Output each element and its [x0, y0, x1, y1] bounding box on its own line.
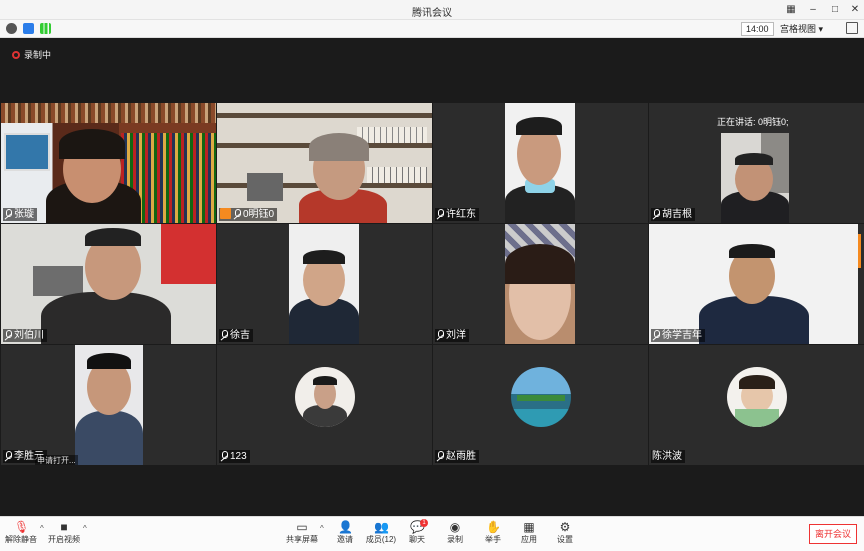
start-video-button[interactable]: ■ 开启视频 — [47, 521, 81, 550]
share-options-caret[interactable]: ^ — [320, 524, 324, 533]
participant-name: 许红东 — [435, 208, 479, 221]
unmute-button[interactable]: 🎙 解除静音 — [4, 521, 38, 550]
mic-muted-icon — [4, 330, 12, 339]
participant-tile[interactable]: 张璇 — [1, 103, 216, 223]
participant-name: 0明钰0 — [219, 208, 278, 221]
camera-icon: ■ — [60, 520, 68, 534]
participant-name: 徐学吉年 — [651, 329, 705, 342]
members-icon: 👥 — [374, 520, 389, 534]
video-feed — [1, 224, 216, 344]
maximize-button[interactable]: □ — [827, 2, 843, 18]
participant-tile[interactable]: 许红东 — [433, 103, 648, 223]
participant-tile[interactable]: 陈洪波 — [649, 345, 864, 465]
participant-tile[interactable]: 刘洋 — [433, 224, 648, 344]
video-feed — [217, 103, 432, 223]
recording-indicator: 录制中 — [12, 48, 51, 61]
participant-avatar — [295, 367, 355, 427]
mic-muted-icon — [220, 451, 228, 460]
video-feed — [649, 224, 858, 344]
participant-tile[interactable]: 123 — [217, 345, 432, 465]
mic-muted-icon — [220, 330, 228, 339]
gear-icon: ⚙ — [559, 520, 571, 534]
participant-name: 赵雨胜 — [435, 450, 479, 463]
chat-button[interactable]: 💬 聊天 1 — [400, 519, 434, 550]
share-screen-button[interactable]: ▭ 共享屏幕 — [285, 521, 319, 550]
info-icon[interactable] — [6, 23, 17, 34]
apps-button[interactable]: ▦ 应用 — [512, 521, 546, 550]
participant-name: 陈洪波 — [651, 450, 685, 463]
shield-icon[interactable] — [23, 23, 34, 34]
settings-button[interactable]: ⚙ 设置 — [548, 521, 582, 550]
mic-muted-icon — [652, 330, 660, 339]
participant-name: 123 — [219, 450, 250, 463]
participant-avatar — [511, 367, 571, 427]
audio-options-caret[interactable]: ^ — [40, 524, 44, 533]
notice-text: 申请打开... — [35, 455, 78, 465]
mic-icon — [233, 209, 241, 218]
signal-icon[interactable] — [40, 23, 51, 34]
mic-muted-icon — [4, 209, 12, 218]
participant-name: 徐吉 — [219, 329, 253, 342]
title-bar: 腾讯会议 ▦ – □ ✕ — [0, 0, 864, 20]
mic-muted-icon — [436, 451, 444, 460]
participant-tile[interactable]: 徐学吉年 — [649, 224, 864, 344]
mic-muted-icon — [436, 330, 444, 339]
raise-hand-button[interactable]: ✋ 举手 — [476, 521, 510, 550]
mic-muted-icon — [436, 209, 444, 218]
mic-muted-icon — [652, 209, 660, 218]
view-mode-select[interactable]: 宫格视图 ▾ — [780, 22, 823, 36]
video-feed — [505, 103, 575, 223]
status-bar: 14:00 宫格视图 ▾ — [0, 20, 864, 38]
participant-tile[interactable]: 李胜元 申请打开... — [1, 345, 216, 465]
record-button[interactable]: ◉ 录制 — [438, 521, 472, 550]
close-button[interactable]: ✕ — [847, 2, 863, 18]
participant-name: 张璇 — [3, 208, 37, 221]
video-options-caret[interactable]: ^ — [83, 524, 87, 533]
participant-name: 胡吉根 — [651, 208, 695, 221]
video-feed — [289, 224, 359, 344]
chat-badge: 1 — [420, 519, 428, 527]
hand-icon: ✋ — [486, 520, 501, 534]
members-button[interactable]: 👥 成员(12) — [364, 521, 398, 550]
invite-icon: 👤 — [338, 520, 353, 534]
fullscreen-icon[interactable] — [846, 22, 858, 34]
host-icon — [220, 208, 231, 219]
leave-meeting-button[interactable]: 离开会议 — [809, 524, 857, 544]
speaking-indicator: 正在讲话: 0明钰0; — [717, 117, 789, 127]
recording-label: 录制中 — [24, 50, 52, 60]
invite-button[interactable]: 👤 邀请 — [328, 521, 362, 550]
participant-name: 刘洋 — [435, 329, 469, 342]
participant-name: 刘伯川 — [3, 329, 47, 342]
participant-tile[interactable]: 刘伯川 — [1, 224, 216, 344]
video-feed — [721, 133, 789, 223]
participant-avatar — [727, 367, 787, 427]
video-feed — [505, 224, 575, 344]
participant-tile[interactable]: 0明钰0 — [217, 103, 432, 223]
minimize-button[interactable]: – — [805, 2, 821, 18]
layout-icon[interactable]: ▦ — [783, 2, 799, 18]
meeting-toolbar: 🎙 解除静音 ^ ■ 开启视频 ^ ▭ 共享屏幕 ^ 👤 邀请 👥 成员(12) 💬 聊天 1… — [0, 516, 864, 551]
participant-tile[interactable]: 正在讲话: 0明钰0; 胡吉根 — [649, 103, 864, 223]
record-icon: ◉ — [449, 520, 461, 534]
video-feed — [1, 103, 216, 223]
window-title: 腾讯会议 — [412, 8, 452, 19]
apps-icon: ▦ — [523, 520, 535, 534]
record-dot-icon — [12, 51, 20, 59]
mic-muted-icon — [4, 451, 12, 460]
video-feed — [75, 345, 143, 465]
meeting-timer: 14:00 — [741, 22, 774, 36]
volume-bar — [858, 234, 861, 268]
participant-tile[interactable]: 赵雨胜 — [433, 345, 648, 465]
share-screen-icon: ▭ — [296, 520, 308, 534]
participant-tile[interactable]: 徐吉 — [217, 224, 432, 344]
mic-muted-icon: 🎙 — [14, 520, 30, 534]
